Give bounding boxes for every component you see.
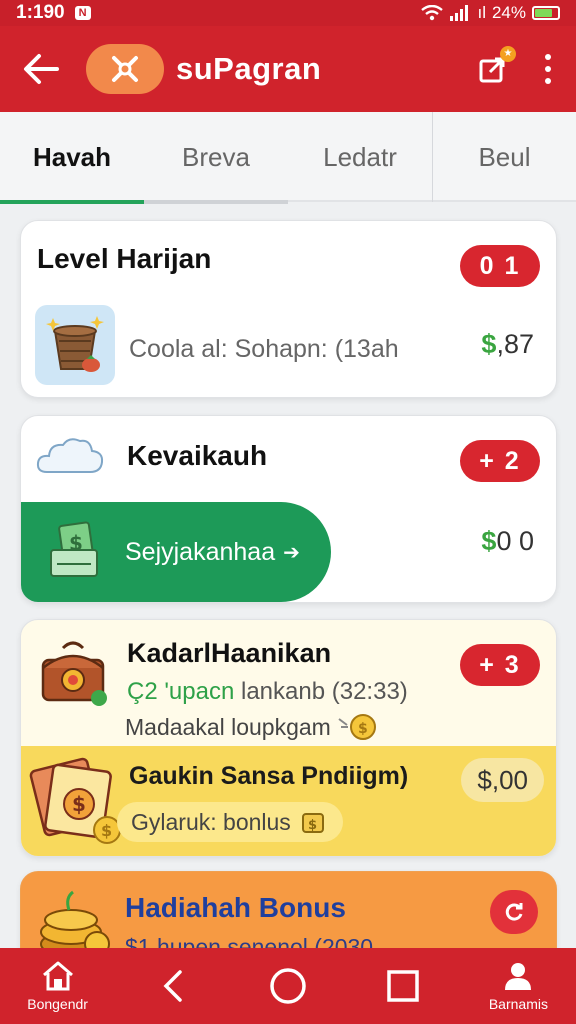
- user-icon: [505, 963, 532, 990]
- share-button[interactable]: ★: [476, 46, 516, 86]
- kadari-title: KadarlHaanikan: [127, 638, 332, 668]
- bonus-band-amount: $,00: [461, 758, 544, 802]
- level-description: Coola al: Sohapn: (13ah: [129, 335, 399, 363]
- status-bar: 1:190 N ıl 24%: [0, 0, 576, 26]
- nav-back[interactable]: [115, 948, 230, 1024]
- svg-text:$: $: [358, 721, 368, 737]
- nav-profile[interactable]: Barnamis: [461, 948, 576, 1024]
- kadari-line2: Madaakal loupkgam $: [125, 713, 377, 741]
- status-indicators: ıl 24%: [421, 3, 560, 23]
- nav-profile-label: Barnamis: [488, 996, 548, 1012]
- battery-icon: [532, 6, 560, 20]
- bottom-navigation: Bongendr Barnamis: [0, 948, 576, 1024]
- notification-badge: N: [74, 6, 91, 20]
- bonus-label-pill[interactable]: Gylaruk: bonlus $: [117, 802, 343, 842]
- nav-home-circle[interactable]: [230, 948, 345, 1024]
- nav-home[interactable]: Bongendr: [0, 948, 115, 1024]
- signal-icon: [450, 5, 469, 21]
- nav-recents[interactable]: [346, 948, 461, 1024]
- money-bag-icon: $: [301, 813, 324, 833]
- kadari-badge: + 3: [460, 644, 540, 686]
- battery-percent: 24%: [491, 3, 526, 22]
- bonus-band-title: Gaukin Sansa Pndiigm): [129, 762, 409, 790]
- basket-icon: [35, 305, 115, 385]
- level-card-title: Level Harijan: [37, 243, 212, 274]
- circle-icon: [270, 968, 306, 1004]
- app-title: suPagran: [176, 51, 322, 86]
- tools-icon: [112, 56, 138, 82]
- level-badge: 0 1: [460, 245, 540, 287]
- bonus-band[interactable]: $ $ Gaukin Sansa Pndiigm) $,00 Gylaruk: …: [21, 746, 556, 856]
- star-icon: ★: [500, 46, 516, 62]
- level-card[interactable]: Level Harijan 0 1 Coola al: Sohapn: (13a…: [20, 220, 557, 398]
- back-button[interactable]: [16, 44, 66, 94]
- kadari-line1: Ç2 'upacn lankanb (32:33): [127, 678, 408, 705]
- nav-home-label: Bongendr: [27, 996, 88, 1012]
- bonus-label: Gylaruk: bonlus: [131, 808, 291, 835]
- tab-beul[interactable]: Beul: [432, 112, 576, 202]
- level-amount: $,87: [481, 329, 534, 359]
- tab-breva[interactable]: Breva: [144, 112, 288, 204]
- cash-icon: $: [50, 521, 98, 577]
- tab-havah[interactable]: Havah: [0, 112, 144, 204]
- arrow-left-icon: [24, 54, 59, 84]
- svg-text:$: $: [72, 792, 86, 816]
- overflow-menu-button[interactable]: [536, 49, 560, 89]
- hadiahah-badge: [490, 890, 538, 934]
- treasure-chest-icon: [41, 641, 107, 706]
- tab-bar: Havah Breva Ledatr Beul: [0, 112, 576, 204]
- chevron-left-icon: [163, 970, 182, 1002]
- home-icon: [42, 961, 73, 991]
- arrow-right-icon: ➔: [283, 541, 300, 564]
- hadiahah-title: Hadiahah Bonus: [125, 892, 346, 923]
- app-logo: [86, 44, 164, 94]
- svg-text:$: $: [308, 818, 317, 833]
- square-icon: [387, 970, 419, 1002]
- refresh-icon: [505, 903, 523, 921]
- kevaikauh-action-button[interactable]: $ Sejyjakanhaa ➔: [21, 502, 331, 602]
- svg-text:$: $: [101, 821, 112, 840]
- kadari-card[interactable]: KadarlHaanikan + 3 Ç2 'upacn lankanb (32…: [20, 619, 557, 857]
- kevaikauh-card[interactable]: Kevaikauh + 2 $ Sejyjakanhaa ➔ $0 0: [20, 415, 557, 603]
- more-vertical-icon: [545, 54, 551, 60]
- kevaikauh-action-label: Sejyjakanhaa: [125, 537, 276, 566]
- cloud-icon: [36, 438, 104, 473]
- kevaikauh-title: Kevaikauh: [127, 440, 268, 471]
- kevaikauh-amount: $0 0: [481, 526, 534, 556]
- wifi-icon: [421, 5, 444, 21]
- status-time: 1:190: [16, 2, 65, 23]
- playing-cards-icon: $ $: [29, 757, 121, 844]
- tab-ledatr[interactable]: Ledatr: [288, 112, 432, 202]
- kevaikauh-badge: + 2: [460, 440, 540, 482]
- app-bar: suPagran ★: [0, 26, 576, 112]
- coin-icon: $: [338, 714, 376, 740]
- signal-text: ıl: [477, 3, 486, 22]
